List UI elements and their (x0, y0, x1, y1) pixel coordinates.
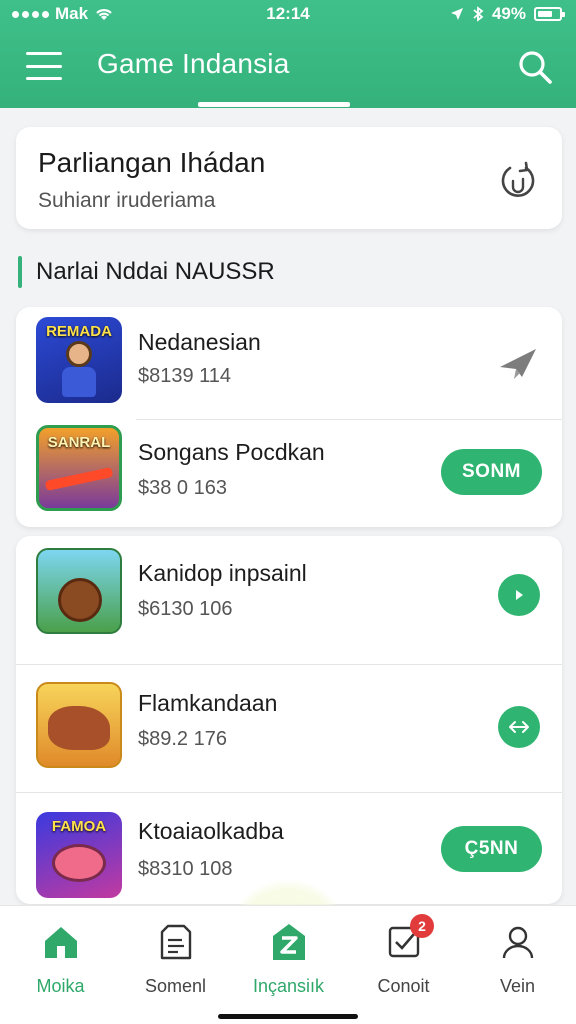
game-name: Flamkandaan (138, 690, 278, 716)
section-title: Narlai Nddai NAUSSR (36, 258, 275, 285)
app-header: Mak 12:14 49% Game Indansia (0, 0, 576, 108)
home-icon (44, 927, 77, 958)
game-list-card-2: Kanidop inpsainl $6130 106 Flamkandaan $… (16, 536, 562, 904)
game-thumbnail (36, 682, 122, 768)
game-thumbnail (36, 548, 122, 634)
status-right: 49% (450, 4, 565, 24)
list-item[interactable]: REMADA Nedanesian $8139 114 (16, 307, 562, 419)
location-icon (450, 8, 463, 20)
nav-label: Somenl (144, 976, 207, 996)
game-price: $6130 106 (138, 598, 233, 620)
status-bar: Mak 12:14 49% (0, 4, 576, 26)
bottom-nav: Moika Somenl Inçansiık 2 Conoit Vein (0, 905, 576, 1024)
thumb-title: SANRAL (47, 434, 111, 451)
featured-subtitle: Suhianr iruderiama (38, 189, 216, 212)
section-header: Narlai Nddai NAUSSR (18, 255, 275, 289)
swap-icon (509, 721, 529, 733)
app-title: Game Indansia (97, 48, 290, 79)
section-accent-bar (18, 256, 22, 288)
search-icon[interactable] (516, 48, 554, 86)
nav-label: Conoit (377, 976, 430, 996)
home-indicator (218, 1014, 358, 1019)
get-button[interactable]: Ç5NN (441, 826, 542, 872)
get-button[interactable]: SONM (441, 449, 542, 495)
monster-art (52, 844, 106, 882)
list-item[interactable]: Kanidop inpsainl $6130 106 (16, 536, 562, 664)
swap-button[interactable] (498, 706, 540, 748)
game-thumbnail: SANRAL (36, 425, 122, 511)
character-art (66, 341, 92, 367)
creature-art (48, 706, 110, 750)
nav-item-profile[interactable]: Vein (460, 906, 575, 1016)
nav-item-tasks[interactable]: 2 Conoit (346, 906, 461, 1016)
featured-card[interactable]: Parliangan Ihádan Suhianr iruderiama (16, 127, 562, 229)
game-price: $8310 108 (138, 858, 233, 880)
tab-indicator (198, 102, 350, 107)
nav-label: Moika (36, 976, 85, 996)
bear-art (58, 578, 102, 622)
play-icon (516, 590, 523, 600)
list-item[interactable]: SANRAL Songans Pocdkan $38 0 163 SONM (16, 419, 562, 527)
game-name: Ktoaiaolkadba (138, 818, 284, 844)
airplane-icon[interactable] (496, 343, 540, 383)
game-list-card-1: REMADA Nedanesian $8139 114 SANRAL Songa… (16, 307, 562, 527)
game-price: $89.2 176 (138, 728, 227, 750)
character-body (62, 367, 96, 397)
nav-item-home[interactable]: Moika (3, 906, 118, 1016)
z-store-icon (272, 924, 305, 960)
game-name: Kanidop inpsainl (138, 560, 307, 586)
nav-item-documents[interactable]: Somenl (118, 906, 233, 1016)
thumb-art (44, 467, 114, 491)
thumb-title: REMADA (46, 323, 112, 340)
user-icon (502, 926, 533, 959)
game-name: Nedanesian (138, 329, 261, 355)
featured-title: Parliangan Ihádan (38, 147, 266, 178)
nav-label: Vein (499, 976, 536, 996)
bluetooth-icon (473, 6, 484, 22)
game-price: $38 0 163 (138, 477, 227, 499)
list-item[interactable]: Flamkandaan $89.2 176 (16, 664, 562, 792)
game-thumbnail: FAMOA (36, 812, 122, 898)
battery-percent: 49% (491, 4, 526, 23)
notification-badge: 2 (410, 914, 434, 938)
nav-label: Inçansiık (252, 976, 325, 996)
document-icon (160, 924, 191, 960)
menu-icon[interactable] (26, 52, 62, 80)
battery-icon (534, 7, 565, 21)
game-thumbnail: REMADA (36, 317, 122, 403)
nav-item-store[interactable]: Inçansiık (231, 906, 346, 1016)
refresh-icon[interactable] (496, 159, 540, 203)
game-price: $8139 114 (138, 365, 232, 387)
thumb-title: FAMOA (51, 818, 107, 835)
play-button[interactable] (498, 574, 540, 616)
game-name: Songans Pocdkan (138, 439, 325, 465)
